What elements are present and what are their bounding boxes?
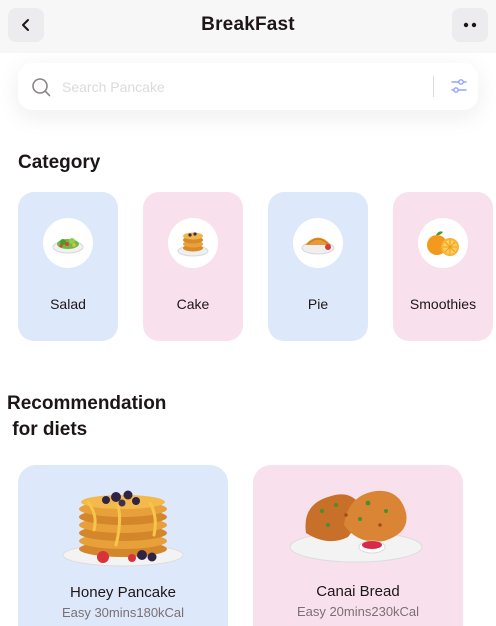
cake-icon [177, 232, 209, 257]
category-card-smoothies[interactable]: Smoothies [393, 192, 493, 341]
canai-bread-image [289, 490, 423, 563]
category-icon-circle [418, 218, 468, 268]
search-divider [433, 76, 434, 97]
salad-icon [52, 238, 84, 254]
recommendation-title: Recommendation for diets [7, 393, 167, 440]
category-title: Category [18, 152, 101, 173]
category-card-pie[interactable]: Pie [268, 192, 368, 341]
recommendation-meta: Easy 20mins230kCal [296, 604, 420, 619]
category-card-salad[interactable]: Salad [18, 192, 118, 341]
search-icon [32, 78, 51, 97]
recommendation-card-canai-bread[interactable]: Canai Bread Easy 20mins230kCal [253, 465, 463, 626]
category-icon-circle [168, 218, 218, 268]
recommendation-name: Canai Bread [316, 583, 400, 600]
recommendation-name: Honey Pancake [70, 584, 176, 601]
category-label: Pie [307, 296, 329, 312]
filter-icon[interactable] [450, 77, 468, 95]
category-card-cake[interactable]: Cake [143, 192, 243, 341]
pie-icon [301, 237, 335, 255]
category-label: Cake [176, 296, 210, 312]
category-icon-circle [293, 218, 343, 268]
search-input[interactable] [62, 75, 422, 99]
recommendation-image [253, 475, 463, 567]
category-icon-circle [43, 218, 93, 268]
pancake-stack-image [62, 490, 184, 567]
recommendation-meta: Easy 30mins180kCal [61, 605, 185, 620]
recommendation-image [18, 475, 228, 567]
search-bar [18, 63, 478, 110]
orange-icon [427, 231, 459, 256]
recommendation-card-honey-pancake[interactable]: Honey Pancake Easy 30mins180kCal [18, 465, 228, 626]
category-label: Salad [50, 296, 86, 312]
app-header: BreakFast [0, 0, 496, 53]
more-button[interactable] [452, 8, 488, 42]
more-dots-icon [463, 22, 477, 28]
category-label: Smoothies [409, 296, 477, 312]
page-title: BreakFast [201, 14, 295, 35]
